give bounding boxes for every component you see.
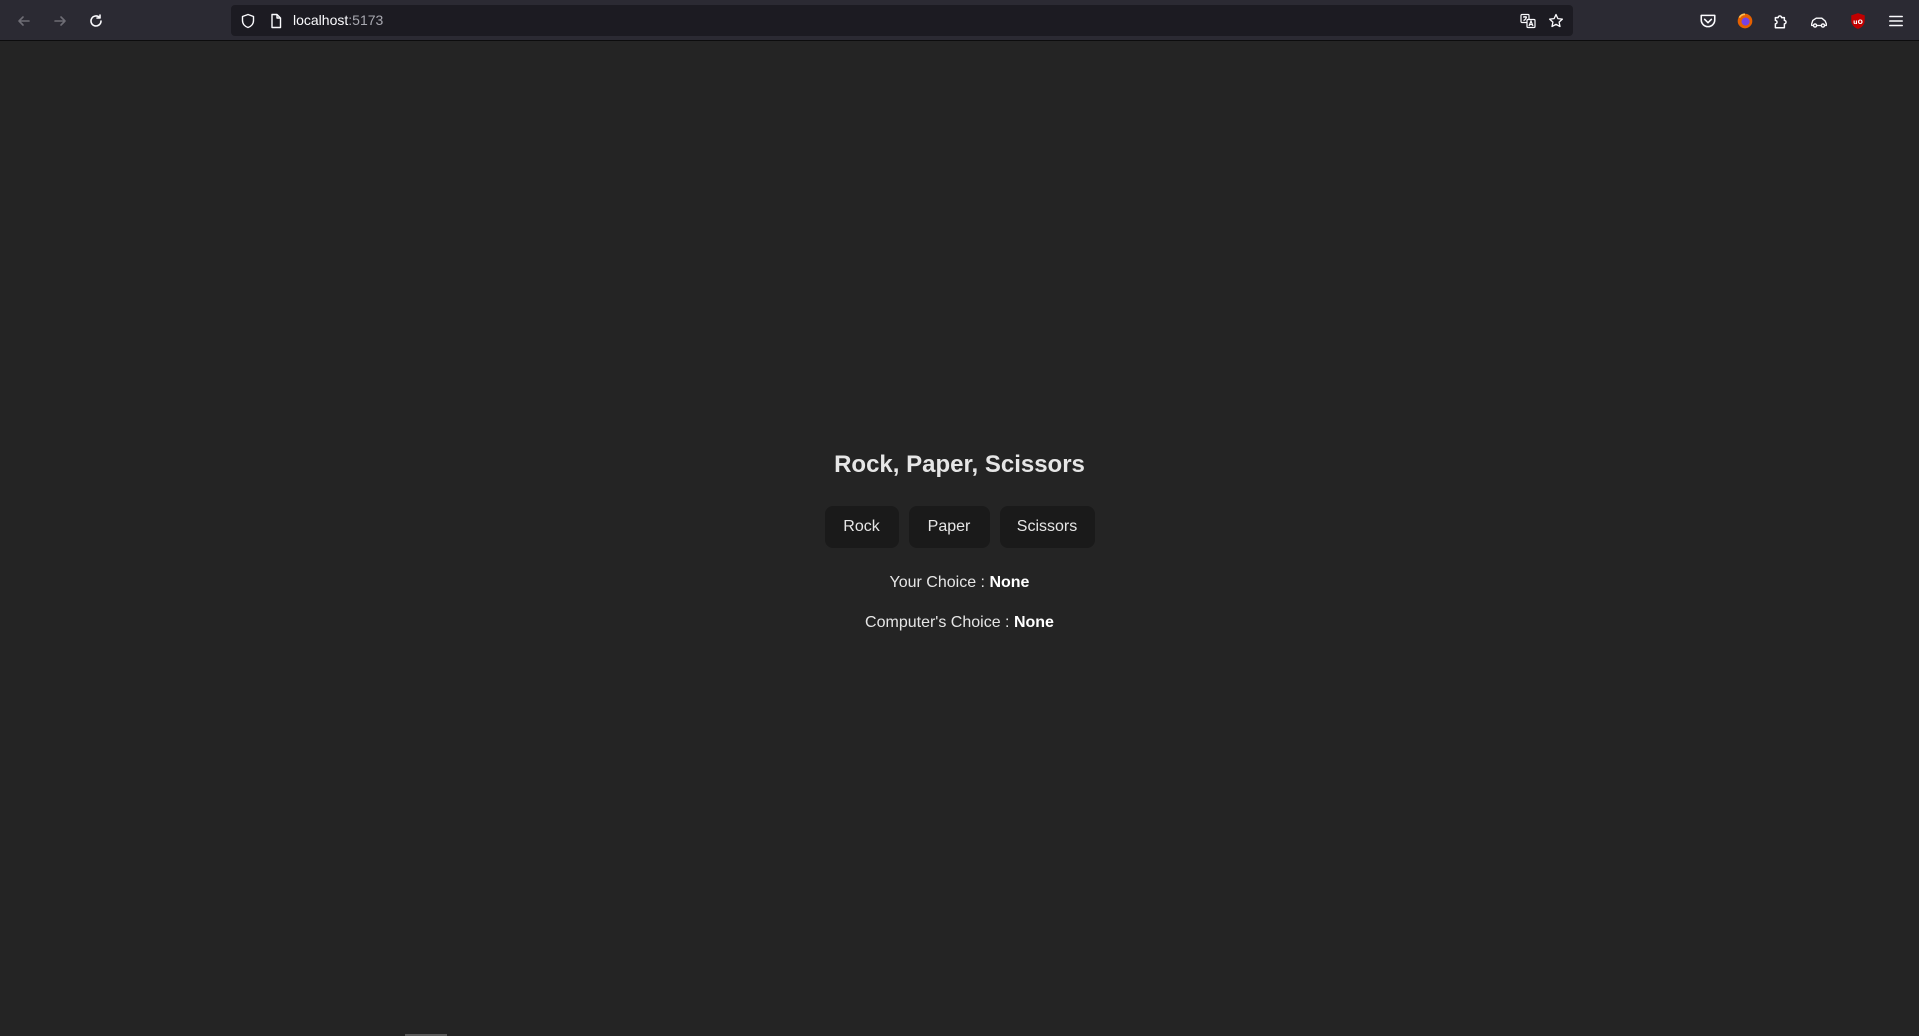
game-title: Rock, Paper, Scissors bbox=[834, 451, 1085, 478]
scissors-button[interactable]: Scissors bbox=[999, 506, 1095, 548]
shield-icon[interactable] bbox=[239, 12, 256, 29]
choice-buttons: Rock Paper Scissors bbox=[0, 506, 1919, 548]
firefox-account-icon[interactable] bbox=[1735, 11, 1755, 31]
computer-choice: Computer's Choice : None bbox=[0, 613, 1919, 633]
your-choice-value: None bbox=[989, 574, 1030, 591]
computer-choice-value: None bbox=[1013, 614, 1054, 631]
paper-button[interactable]: Paper bbox=[908, 506, 990, 548]
back-button[interactable] bbox=[11, 8, 37, 34]
forward-button[interactable] bbox=[47, 8, 73, 34]
translate-icon[interactable] bbox=[1519, 12, 1536, 29]
star-icon[interactable] bbox=[1547, 12, 1564, 29]
your-choice-label: Your Choice : bbox=[889, 574, 990, 591]
page-icon[interactable] bbox=[267, 12, 284, 29]
computer-choice-label: Computer's Choice : bbox=[865, 614, 1014, 631]
reload-button[interactable] bbox=[83, 8, 109, 34]
car-extension-icon[interactable] bbox=[1809, 11, 1829, 31]
url-text[interactable]: localhost:5173 bbox=[293, 12, 383, 29]
rock-button[interactable]: Rock bbox=[824, 506, 899, 548]
browser-toolbar: localhost:5173 uO bbox=[0, 0, 1919, 41]
ublock-icon[interactable]: uO bbox=[1848, 11, 1868, 31]
app-root: Rock, Paper, Scissors Rock Paper Scissor… bbox=[0, 41, 1919, 1036]
pocket-icon[interactable] bbox=[1698, 11, 1718, 31]
url-port: :5173 bbox=[348, 12, 384, 28]
your-choice: Your Choice : None bbox=[0, 573, 1919, 593]
arrow-left-icon bbox=[18, 16, 30, 26]
svg-text:uO: uO bbox=[1853, 19, 1863, 26]
hamburger-menu-icon[interactable] bbox=[1886, 11, 1906, 31]
url-bar[interactable]: localhost:5173 bbox=[231, 5, 1573, 36]
reload-icon bbox=[90, 14, 102, 27]
arrow-right-icon bbox=[54, 16, 66, 26]
puzzle-icon[interactable] bbox=[1771, 11, 1791, 31]
url-host: localhost bbox=[293, 12, 349, 28]
